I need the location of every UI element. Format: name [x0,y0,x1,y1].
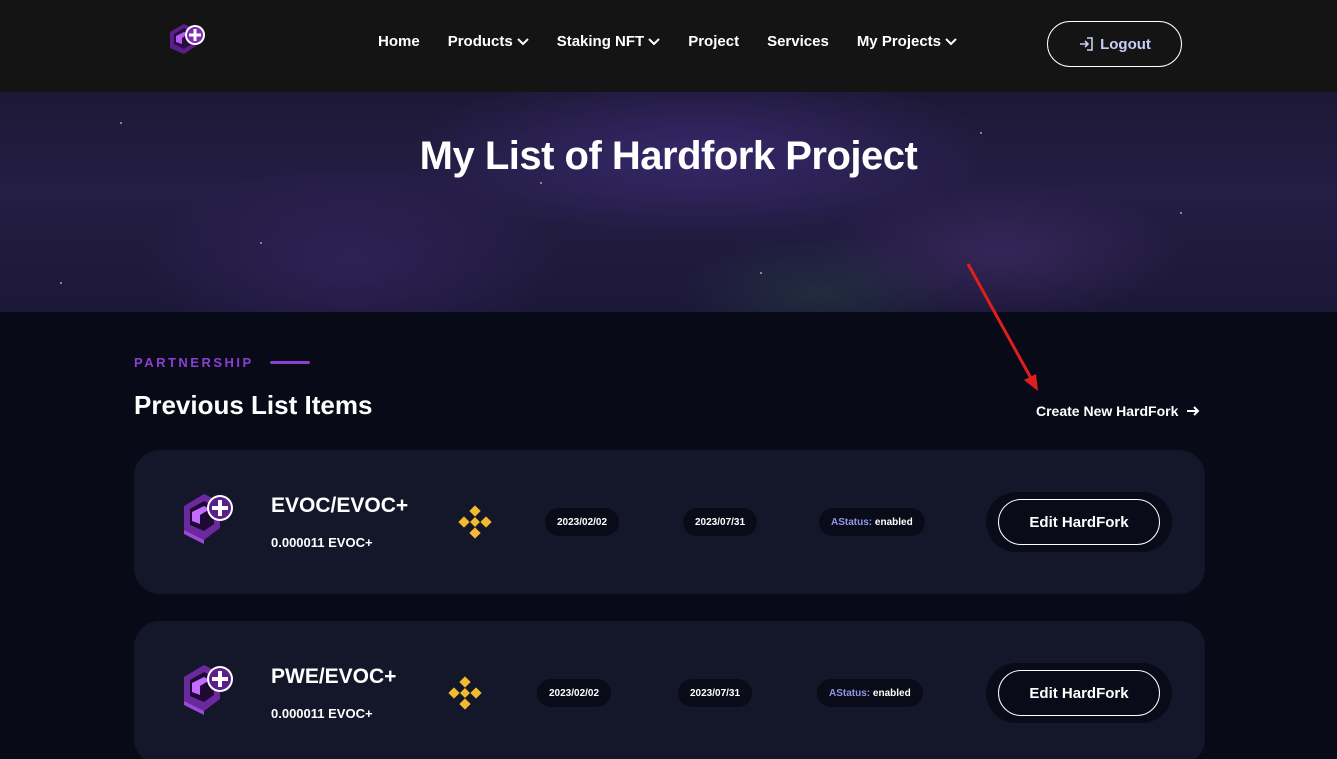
status-badge: AStatus: enabled [817,679,923,707]
section-title: Previous List Items [134,390,373,420]
create-hardfork-label: Create New HardFork [1036,403,1179,419]
logout-label: Logout [1100,35,1151,53]
hero-banner: My List of Hardfork Project [0,92,1337,312]
hardfork-item-card: PWE/EVOC+ 0.000011 EVOC+ 2023/02/02 2023… [134,621,1205,759]
token-pair: EVOC/EVOC+ [271,494,409,517]
star-decoration [120,122,122,124]
nav-label: Project [688,33,740,50]
chevron-down-icon [648,37,660,45]
evoc-token-icon [184,665,233,715]
evoc-token-icon [184,494,233,544]
start-date-badge: 2023/02/02 [537,679,612,707]
end-date-badge: 2023/07/31 [678,679,753,707]
chevron-down-icon [945,37,957,45]
nav-label: Services [767,33,829,50]
start-date-badge: 2023/02/02 [545,508,620,536]
token-pair: PWE/EVOC+ [271,665,397,688]
star-decoration [60,282,62,284]
binance-icon [458,505,492,539]
login-icon [1080,37,1093,51]
hardfork-item-card: EVOC/EVOC+ 0.000011 EVOC+ 2023/02/02 202… [134,450,1205,594]
nav-label: My Projects [856,33,942,50]
nav-item-project[interactable]: Project [688,33,739,50]
status-value: enabled [872,687,911,699]
end-date: 2023/07/31 [690,687,741,699]
start-date: 2023/02/02 [557,516,608,528]
logo-icon[interactable] [166,22,208,62]
edit-hardfork-button[interactable]: Edit HardFork [998,499,1160,545]
annotation-arrow-icon [966,263,1038,391]
edit-hardfork-label: Edit HardFork [1029,513,1129,531]
page-title: My List of Hardfork Project [419,134,918,178]
nav-item-services[interactable]: Services [767,33,829,50]
nav-item-products[interactable]: Products [448,33,529,50]
end-date-badge: 2023/07/31 [683,508,758,536]
status-badge: AStatus: enabled [819,508,925,536]
main-nav: Home Products Staking NFT Project Servic… [378,33,985,50]
arrow-right-icon [1187,406,1200,416]
create-hardfork-link[interactable]: Create New HardFork [1036,403,1200,419]
star-decoration [260,242,262,244]
chevron-down-icon [516,37,529,45]
edit-button-wrap: Edit HardFork [986,663,1172,723]
star-decoration [1180,212,1182,214]
edit-button-wrap: Edit HardFork [986,492,1172,552]
edit-hardfork-label: Edit HardFork [1029,684,1129,702]
binance-icon [448,676,482,710]
end-date: 2023/07/31 [695,516,746,528]
token-amount: 0.000011 EVOC+ [271,535,373,550]
eyebrow-label: PARTNERSHIP [134,355,254,370]
status-label: AStatus: [829,687,871,699]
token-amount: 0.000011 EVOC+ [271,706,373,721]
nav-item-home[interactable]: Home [378,33,420,50]
nav-label: Staking NFT [556,33,645,50]
nav-label: Products [447,33,513,50]
status-value: enabled [874,516,913,528]
edit-hardfork-button[interactable]: Edit HardFork [998,670,1160,716]
nav-item-staking-nft[interactable]: Staking NFT [557,33,661,50]
nav-label: Home [378,33,420,50]
nav-item-my-projects[interactable]: My Projects [857,33,957,50]
status-label: AStatus: [831,516,873,528]
star-decoration [540,182,542,184]
start-date: 2023/02/02 [549,687,600,699]
logout-button[interactable]: Logout [1047,21,1182,67]
section-eyebrow: PARTNERSHIP [134,355,310,370]
eyebrow-divider [269,361,310,364]
site-header: Home Products Staking NFT Project Servic… [0,0,1337,92]
star-decoration [760,272,762,274]
